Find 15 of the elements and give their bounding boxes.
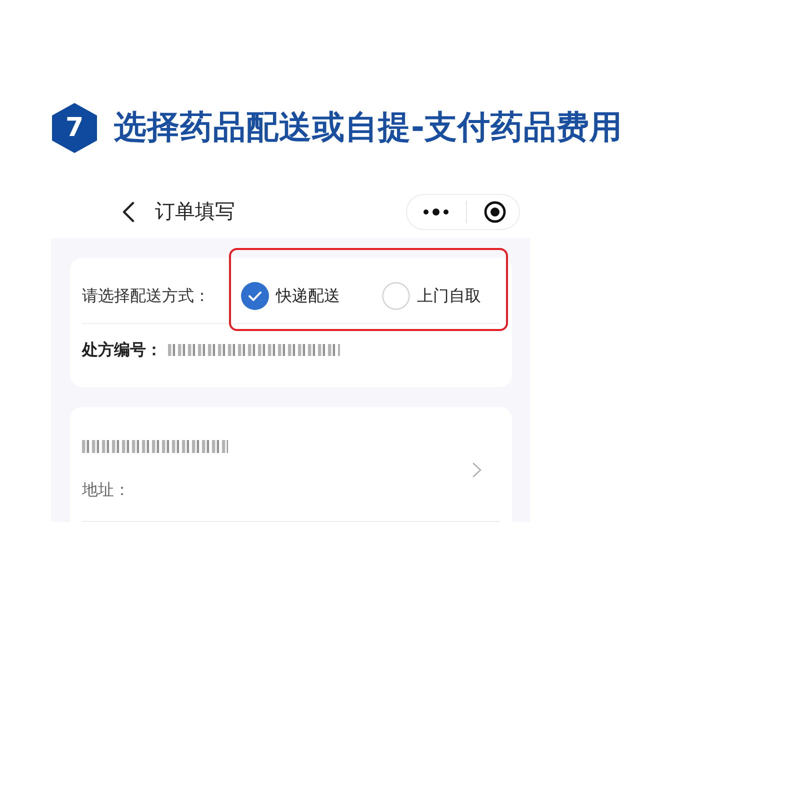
step-number: 7: [52, 103, 97, 153]
radio-checked-icon[interactable]: [241, 282, 269, 310]
radio-empty-icon[interactable]: [382, 282, 410, 310]
delivery-method-label: 请选择配送方式：: [82, 286, 210, 306]
prescription-label: 处方编号：: [82, 340, 162, 360]
heading-title: 选择药品配送或自提-支付药品费用: [114, 107, 622, 148]
chevron-right-icon: [472, 462, 482, 478]
back-icon[interactable]: [121, 200, 135, 222]
delivery-option[interactable]: 上门自取: [382, 282, 481, 310]
more-icon[interactable]: [423, 208, 449, 216]
circle-dot-icon[interactable]: [484, 200, 506, 222]
page-title: 订单填写: [155, 198, 235, 225]
address-label: 地址：: [82, 480, 130, 500]
delivery-option[interactable]: 快递配送: [241, 282, 340, 310]
address-card[interactable]: 地址：: [70, 407, 512, 522]
